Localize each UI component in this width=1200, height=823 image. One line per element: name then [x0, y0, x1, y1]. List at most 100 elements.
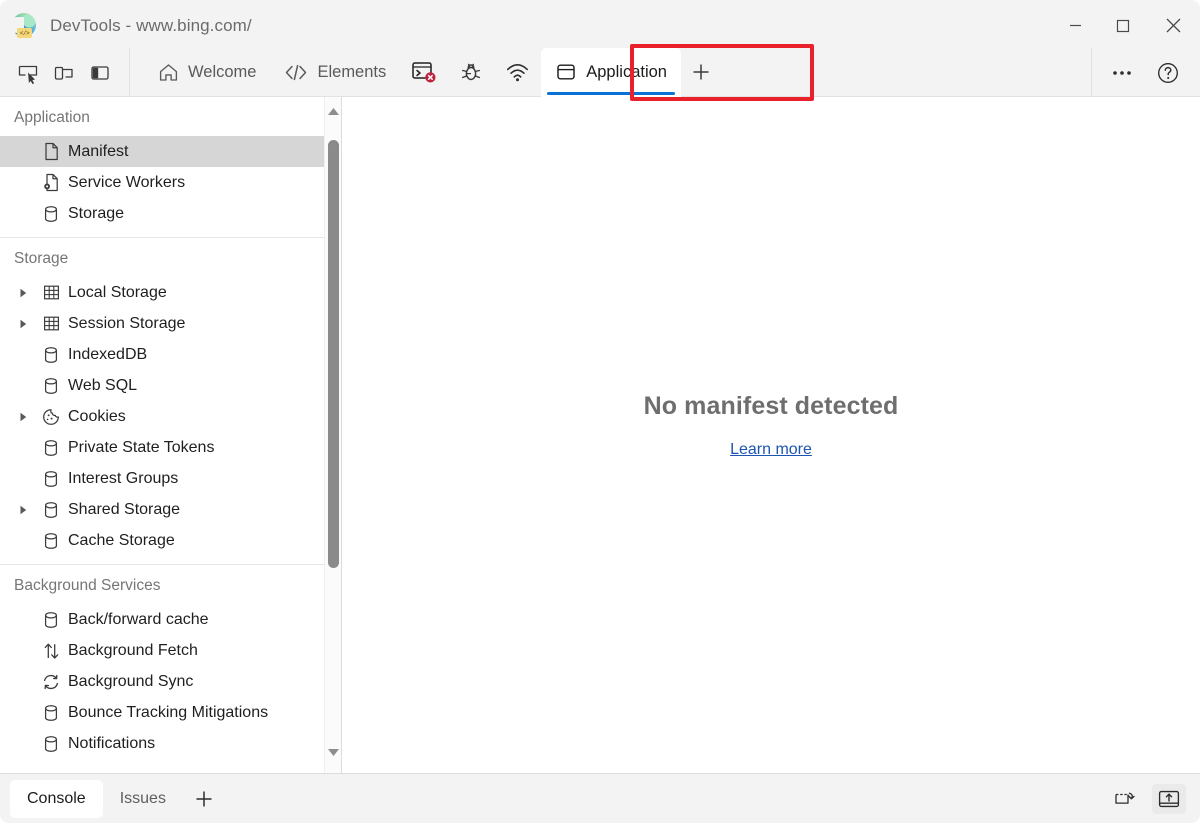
inspect-element-icon[interactable]	[10, 56, 46, 90]
twisty-icon[interactable]	[18, 504, 38, 516]
sidebar-item-label: Shared Storage	[68, 500, 181, 518]
panel-tabs: Welcome Elements Application	[130, 47, 721, 97]
twisty-icon[interactable]	[18, 287, 38, 299]
active-tab-indicator	[547, 91, 675, 95]
sidebar-section-title-storage: Storage	[14, 250, 69, 267]
sidebar-item-manifest[interactable]: Manifest	[0, 136, 325, 167]
sidebar-item-notifications[interactable]: Notifications	[0, 728, 325, 759]
database-icon	[38, 469, 64, 489]
scrollbar-thumb[interactable]	[328, 140, 339, 568]
application-sidebar: Application Manifest Service Workers Sto…	[0, 97, 342, 773]
window-controls	[1052, 0, 1200, 51]
sidebar-item-background-sync[interactable]: Background Sync	[0, 666, 325, 697]
sidebar-item-label: Interest Groups	[68, 469, 179, 487]
sidebar-item-label: Back/forward cache	[68, 610, 209, 628]
sidebar-item-web-sql[interactable]: Web SQL	[0, 370, 325, 401]
restore-drawer-icon[interactable]	[1108, 784, 1142, 814]
sidebar-scroll-region: Application Manifest Service Workers Sto…	[0, 97, 325, 773]
device-emulation-icon[interactable]	[46, 56, 82, 90]
table-icon	[38, 314, 64, 333]
twisty-icon[interactable]	[18, 318, 38, 330]
sidebar-item-service-workers[interactable]: Service Workers	[0, 167, 325, 198]
tab-elements[interactable]: Elements	[270, 48, 400, 97]
dock-side-icon[interactable]	[82, 56, 118, 90]
sidebar-item-session-storage[interactable]: Session Storage	[0, 308, 325, 339]
database-icon	[38, 610, 64, 630]
sidebar-item-label: Web SQL	[68, 376, 138, 394]
sidebar-item-label: Bounce Tracking Mitigations	[68, 703, 269, 721]
tab-sources-debugger[interactable]	[448, 48, 494, 97]
sidebar-item-label: Cookies	[68, 407, 126, 425]
sidebar-item-indexeddb[interactable]: IndexedDB	[0, 339, 325, 370]
sidebar-item-bounce-tracking-mitigations[interactable]: Bounce Tracking Mitigations	[0, 697, 325, 728]
sidebar-item-label: Cache Storage	[68, 531, 175, 549]
sidebar-item-label: Service Workers	[68, 173, 186, 191]
toolbar-right-icons	[1091, 48, 1200, 97]
drawer-bar: Console Issues	[0, 773, 1200, 823]
edge-devtools-logo: </>	[10, 13, 36, 38]
sidebar-section-title-background-services: Background Services	[14, 577, 161, 594]
database-icon	[38, 204, 64, 224]
drawer-tabs: Console Issues	[0, 774, 225, 823]
sidebar-item-local-storage[interactable]: Local Storage	[0, 277, 325, 308]
database-icon	[38, 438, 64, 458]
tab-label: Application	[586, 62, 667, 81]
network-icon	[505, 61, 530, 83]
table-icon	[38, 283, 64, 302]
tab-console[interactable]	[400, 48, 448, 97]
sidebar-item-label: Notifications	[68, 734, 156, 752]
database-icon	[38, 345, 64, 365]
close-button[interactable]	[1146, 0, 1200, 51]
bug-icon	[459, 60, 483, 84]
scroll-down-arrow-icon[interactable]	[325, 744, 341, 761]
sidebar-item-private-state-tokens[interactable]: Private State Tokens	[0, 432, 325, 463]
sidebar-item-label: Background Sync	[68, 672, 194, 690]
maximize-button[interactable]	[1099, 0, 1146, 51]
devtools-badge: </>	[17, 28, 32, 38]
sidebar-item-label: Session Storage	[68, 314, 186, 332]
tab-strip: Welcome Elements Application	[0, 47, 1200, 97]
close-drawer-icon[interactable]	[1152, 783, 1186, 814]
sidebar-item-shared-storage[interactable]: Shared Storage	[0, 494, 325, 525]
sidebar-item-cookies[interactable]: Cookies	[0, 401, 325, 432]
sync-icon	[38, 672, 64, 692]
drawer-right-icons	[1108, 783, 1200, 814]
minimize-button[interactable]	[1052, 0, 1099, 51]
devtools-window: </> DevTools - www.bing.com/ Welcome Ele…	[0, 0, 1200, 823]
learn-more-link[interactable]: Learn more	[730, 441, 812, 459]
twisty-icon[interactable]	[18, 411, 38, 423]
add-drawer-tab-button[interactable]	[183, 780, 225, 818]
help-icon[interactable]	[1148, 56, 1188, 90]
sidebar-item-cache-storage[interactable]: Cache Storage	[0, 525, 325, 556]
empty-state-title: No manifest detected	[643, 391, 899, 420]
empty-state: No manifest detected Learn more	[644, 392, 899, 459]
devtools-body: Application Manifest Service Workers Sto…	[0, 97, 1200, 773]
database-icon	[38, 703, 64, 723]
add-tab-button[interactable]	[681, 48, 721, 97]
sidebar-scrollbar[interactable]	[324, 97, 341, 773]
service-worker-icon	[38, 172, 64, 193]
tab-welcome[interactable]: Welcome	[144, 48, 270, 97]
code-icon	[284, 62, 308, 83]
tab-application[interactable]: Application	[541, 47, 681, 97]
manifest-panel: No manifest detected Learn more	[342, 97, 1200, 773]
tab-label: Elements	[317, 62, 387, 81]
sidebar-section-title-application: Application	[14, 109, 90, 126]
sidebar-item-label: Storage	[68, 204, 125, 222]
sidebar-item-back-forward-cache[interactable]: Back/forward cache	[0, 604, 325, 635]
database-icon	[38, 734, 64, 754]
sidebar-item-storage[interactable]: Storage	[0, 198, 325, 229]
database-icon	[38, 531, 64, 551]
sidebar-item-label: Private State Tokens	[68, 438, 215, 456]
home-icon	[158, 62, 179, 83]
sidebar-item-interest-groups[interactable]: Interest Groups	[0, 463, 325, 494]
more-options-icon[interactable]	[1102, 56, 1142, 90]
title-bar: </> DevTools - www.bing.com/	[0, 0, 1200, 51]
scroll-up-arrow-icon[interactable]	[325, 103, 341, 120]
sidebar-item-background-fetch[interactable]: Background Fetch	[0, 635, 325, 666]
drawer-tab-console[interactable]: Console	[10, 779, 103, 818]
tab-network[interactable]	[494, 48, 541, 97]
toolbar-left-icons	[0, 48, 130, 97]
drawer-tab-issues[interactable]: Issues	[103, 780, 183, 818]
database-icon	[38, 500, 64, 520]
